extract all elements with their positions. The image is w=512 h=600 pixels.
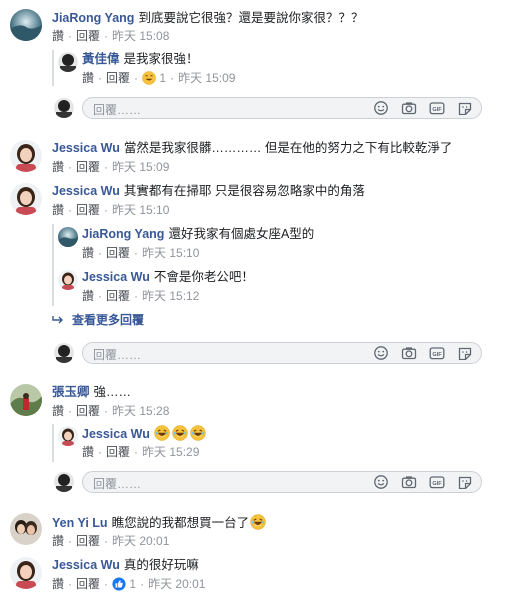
comment-author[interactable]: 張玉卿 [52, 385, 90, 399]
like-reaction-icon[interactable] [112, 577, 126, 591]
reply-button[interactable]: 回覆 [106, 246, 130, 260]
timestamp[interactable]: 昨天 20:01 [148, 577, 205, 591]
comment-text: 瞧您說的我都想買一台了 [111, 516, 250, 530]
camera-icon[interactable] [401, 475, 417, 489]
gif-icon[interactable] [429, 475, 445, 489]
camera-icon[interactable] [401, 101, 417, 115]
timestamp[interactable]: 昨天 15:10 [142, 246, 199, 260]
avatar[interactable] [58, 270, 78, 290]
timestamp[interactable]: 昨天 15:12 [142, 289, 199, 303]
reply-input[interactable]: 回覆…… [82, 471, 482, 493]
reply-input[interactable]: 回覆…… [82, 97, 482, 119]
comment-text: 是我家很強！ [123, 52, 199, 66]
timestamp[interactable]: 昨天 15:09 [178, 71, 235, 85]
comment-author[interactable]: Jessica Wu [52, 184, 120, 198]
laughing-emoji-icon [189, 425, 206, 441]
gif-icon[interactable] [429, 346, 445, 360]
thread-line [52, 224, 54, 306]
avatar[interactable] [10, 183, 42, 215]
comment-author[interactable]: Jessica Wu [82, 270, 150, 284]
view-more-replies-link[interactable]: 查看更多回覆 [52, 311, 144, 328]
reply-button[interactable]: 回覆 [76, 29, 100, 43]
avatar[interactable] [10, 9, 42, 41]
comment-text: 當然是我家很髒………… 但是在他的努力之下有比較乾淨了 [123, 141, 453, 155]
thread-line [52, 424, 54, 462]
emoji-icon[interactable] [373, 101, 389, 115]
laughing-emoji-icon [250, 514, 267, 530]
haha-reaction-icon[interactable] [142, 71, 157, 85]
reply-button[interactable]: 回覆 [76, 404, 100, 418]
comment-text: 到底要說它很強？還是要說你家很？？？ [138, 11, 364, 25]
reply-placeholder: 回覆…… [93, 348, 142, 362]
comment-author[interactable]: Jessica Wu [82, 427, 150, 441]
comment-text: 不會是你老公吧！ [153, 270, 254, 284]
comment-emoji [153, 425, 206, 441]
reply-button[interactable]: 回覆 [76, 203, 100, 217]
avatar[interactable] [10, 513, 42, 545]
like-button[interactable]: 讚 [52, 577, 64, 591]
like-button[interactable]: 讚 [52, 160, 64, 174]
reaction-count[interactable]: 1 [159, 71, 166, 85]
camera-icon[interactable] [401, 346, 417, 360]
avatar[interactable] [10, 140, 42, 172]
avatar [54, 98, 74, 118]
reply-arrow-icon [52, 316, 63, 324]
timestamp[interactable]: 昨天 20:01 [112, 534, 169, 548]
timestamp[interactable]: 昨天 15:09 [112, 160, 169, 174]
avatar[interactable] [10, 557, 42, 589]
comment-author[interactable]: JiaRong Yang [82, 227, 164, 241]
laughing-emoji-icon [171, 425, 188, 441]
emoji-icon[interactable] [373, 346, 389, 360]
avatar[interactable] [10, 384, 42, 416]
avatar [54, 343, 74, 363]
gif-icon[interactable] [429, 101, 445, 115]
like-button[interactable]: 讚 [52, 29, 64, 43]
avatar[interactable] [58, 52, 78, 72]
timestamp[interactable]: 昨天 15:29 [142, 445, 199, 459]
like-button[interactable]: 讚 [82, 71, 94, 85]
avatar[interactable] [58, 426, 78, 446]
like-button[interactable]: 讚 [82, 246, 94, 260]
sticker-icon[interactable] [457, 101, 473, 115]
reply-button[interactable]: 回覆 [106, 445, 130, 459]
like-button[interactable]: 讚 [82, 445, 94, 459]
comment-author[interactable]: 黃佳偉 [82, 52, 120, 66]
reply-input[interactable]: 回覆…… [82, 342, 482, 364]
reply-button[interactable]: 回覆 [76, 577, 100, 591]
timestamp[interactable]: 昨天 15:10 [112, 203, 169, 217]
emoji-icon[interactable] [373, 475, 389, 489]
like-button[interactable]: 讚 [82, 289, 94, 303]
reply-button[interactable]: 回覆 [106, 289, 130, 303]
laughing-emoji-icon [153, 425, 170, 441]
reply-button[interactable]: 回覆 [106, 71, 130, 85]
reply-button[interactable]: 回覆 [76, 160, 100, 174]
avatar [54, 472, 74, 492]
like-button[interactable]: 讚 [52, 203, 64, 217]
comment-text: 真的很好玩嘛 [123, 558, 199, 572]
timestamp[interactable]: 昨天 15:08 [112, 29, 169, 43]
timestamp[interactable]: 昨天 15:28 [112, 404, 169, 418]
reply-button[interactable]: 回覆 [76, 534, 100, 548]
reply-placeholder: 回覆…… [93, 103, 142, 117]
like-button[interactable]: 讚 [52, 534, 64, 548]
comment-text: 還好我家有個處女座A型的 [168, 227, 315, 241]
reply-placeholder: 回覆…… [93, 477, 142, 491]
comment-author[interactable]: Jessica Wu [52, 558, 120, 572]
reaction-count[interactable]: 1 [129, 577, 136, 591]
thread-line [52, 50, 54, 86]
comment-text: 強…… [93, 385, 132, 399]
comment-author[interactable]: Jessica Wu [52, 141, 120, 155]
avatar[interactable] [58, 227, 78, 247]
like-button[interactable]: 讚 [52, 404, 64, 418]
comment-author[interactable]: JiaRong Yang [52, 11, 134, 25]
comment-text: 其實都有在掃耶 只是很容易忽略家中的角落 [123, 184, 365, 198]
sticker-icon[interactable] [457, 475, 473, 489]
sticker-icon[interactable] [457, 346, 473, 360]
comment-author[interactable]: Yen Yi Lu [52, 516, 108, 530]
